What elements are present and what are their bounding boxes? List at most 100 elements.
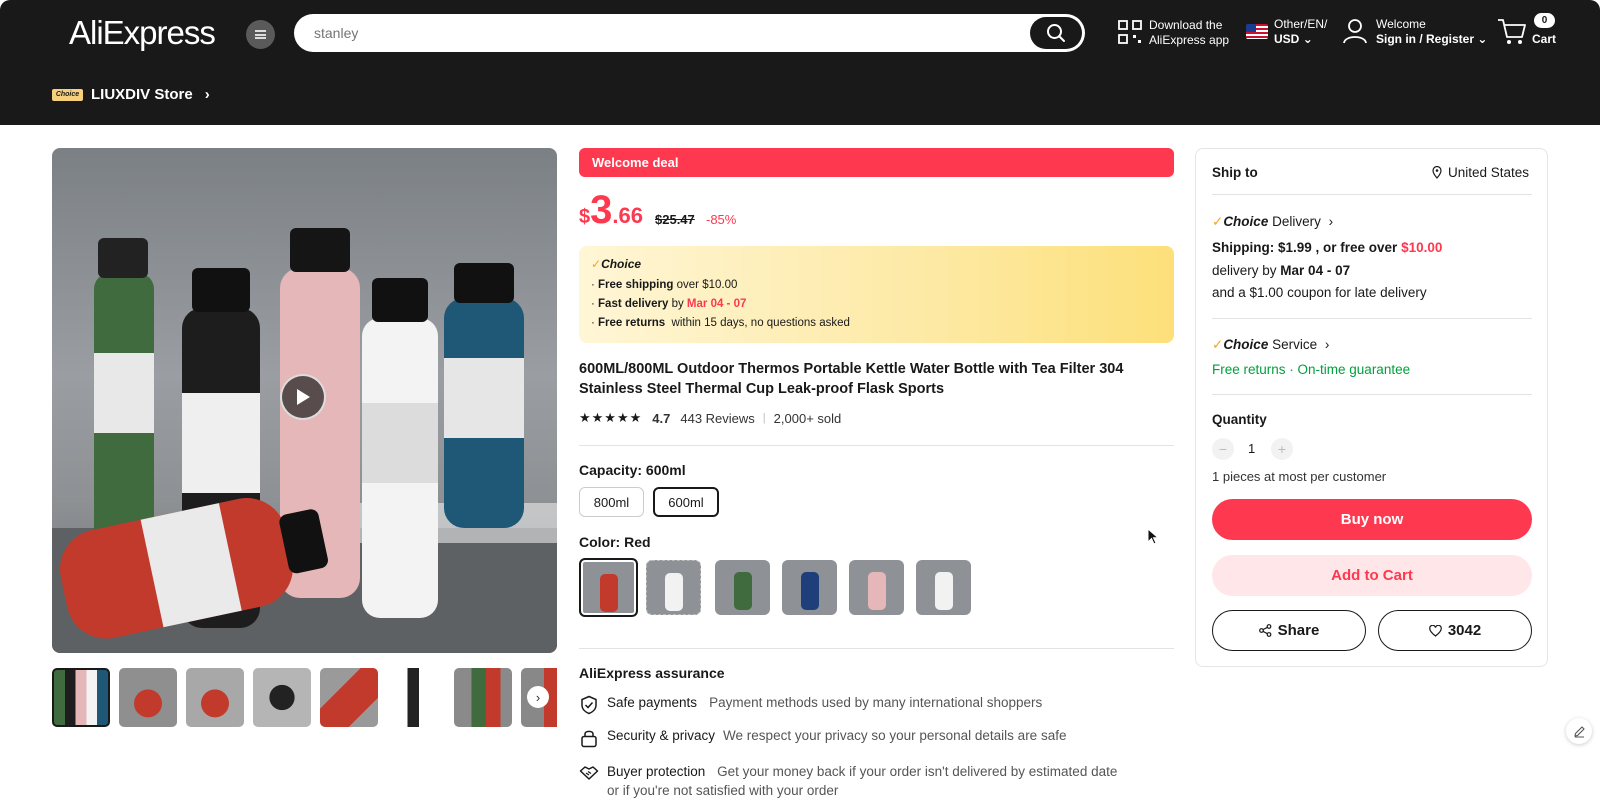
- account-menu[interactable]: Welcome Sign in / Register ⌄: [1376, 17, 1487, 47]
- page: AliExpress Download the AliExpress app O…: [0, 0, 1600, 801]
- quantity-label: Quantity: [1212, 412, 1267, 427]
- quantity-increase-button[interactable]: +: [1271, 438, 1293, 460]
- quantity-value[interactable]: 1: [1248, 441, 1255, 456]
- quantity-decrease-button[interactable]: −: [1212, 438, 1234, 460]
- divider: [579, 445, 1174, 446]
- choice-badge: Choice: [52, 88, 83, 101]
- capacity-label: Capacity: 600ml: [579, 462, 686, 478]
- ship-to-country: United States: [1448, 165, 1530, 180]
- product-main-image[interactable]: [52, 148, 557, 653]
- ship-to-selector[interactable]: United States: [1432, 165, 1529, 180]
- add-to-cart-button[interactable]: Add to Cart: [1212, 555, 1532, 596]
- discount-percent: -85%: [706, 212, 737, 227]
- aliexpress-logo[interactable]: AliExpress: [69, 14, 216, 52]
- assurance-name: Security & privacy: [607, 728, 716, 743]
- assurance-desc: We respect your privacy so your personal…: [723, 728, 1067, 743]
- divider: [1212, 194, 1532, 195]
- rating-value: 4.7: [652, 410, 671, 426]
- capacity-option-600ml[interactable]: 600ml: [653, 487, 719, 517]
- delivery-date: delivery by Mar 04 - 07: [1212, 263, 1351, 278]
- thumbnail[interactable]: [387, 668, 445, 727]
- download-line-2: AliExpress app: [1149, 33, 1230, 47]
- assurance-desc-2: or if you're not satisfied with your ord…: [607, 783, 839, 798]
- handshake-icon: [579, 766, 599, 780]
- reviews-link[interactable]: 443 Reviews: [680, 411, 754, 426]
- wishlist-button[interactable]: 3042: [1378, 610, 1532, 651]
- chevron-right-icon: ›: [1324, 337, 1330, 352]
- color-swatch-red[interactable]: [579, 558, 638, 617]
- share-label: Share: [1277, 622, 1320, 639]
- assurance-safe-payments: Safe payments Payment methods used by ma…: [579, 695, 1042, 715]
- search-icon: [1047, 24, 1065, 42]
- chevron-right-icon: ›: [204, 86, 210, 103]
- buy-now-button[interactable]: Buy now: [1212, 499, 1532, 540]
- original-price: $25.47: [655, 212, 695, 227]
- store-link[interactable]: Choice LIUXDIV Store ›: [52, 86, 210, 103]
- assurance-buyer-protection: Buyer protection Get your money back if …: [579, 762, 1117, 800]
- thumbnail-next-button[interactable]: ›: [527, 686, 549, 708]
- welcome-text: Welcome: [1376, 17, 1426, 31]
- benefit-fast-delivery: · Fast delivery by Mar 04 - 07: [591, 298, 747, 310]
- search-bar: [294, 14, 1085, 52]
- thumbnail[interactable]: [186, 668, 244, 727]
- menu-button[interactable]: [246, 20, 275, 49]
- color-swatch-pink[interactable]: [849, 560, 904, 615]
- cart-icon[interactable]: [1497, 18, 1527, 46]
- choice-delivery-link[interactable]: ✓Choice Delivery ›: [1212, 214, 1333, 230]
- color-swatch-green[interactable]: [715, 560, 770, 615]
- hamburger-icon: [255, 30, 266, 39]
- separator: |: [762, 412, 766, 424]
- cart-label[interactable]: Cart: [1532, 32, 1556, 47]
- chevron-right-icon: ›: [1328, 214, 1334, 229]
- search-input[interactable]: [314, 22, 1014, 44]
- feedback-edit-button[interactable]: [1566, 718, 1592, 744]
- play-video-button[interactable]: [280, 374, 326, 420]
- capacity-option-800ml[interactable]: 800ml: [579, 487, 644, 517]
- us-flag-icon: [1246, 24, 1268, 39]
- download-line-1: Download the: [1149, 18, 1223, 32]
- quantity-limit-note: 1 pieces at most per customer: [1212, 469, 1387, 484]
- price-currency: $: [579, 206, 591, 228]
- assurance-desc: Payment methods used by many internation…: [709, 695, 1043, 710]
- choice-service-link[interactable]: ✓Choice Service ›: [1212, 337, 1329, 353]
- service-guarantees: Free returns · On-time guarantee: [1212, 362, 1411, 377]
- thumbnail[interactable]: [454, 668, 512, 727]
- thumbnail[interactable]: [253, 668, 311, 727]
- thumbnail[interactable]: [52, 668, 110, 727]
- chevron-down-icon: ⌄: [1302, 32, 1313, 46]
- store-name: LIUXDIV Store: [91, 86, 193, 103]
- chevron-down-icon: ⌄: [1477, 32, 1488, 46]
- rating-stars: ★★★★★: [579, 410, 643, 425]
- assurance-name: Buyer protection: [607, 764, 706, 779]
- wishlist-count: 3042: [1447, 622, 1482, 639]
- location-pin-icon: [1432, 166, 1442, 179]
- plus-icon: +: [1277, 441, 1287, 457]
- price-decimal: .66: [612, 203, 643, 228]
- thumbnail[interactable]: [320, 668, 378, 727]
- assurance-desc: Get your money back if your order isn't …: [717, 764, 1118, 779]
- shipping-cost: Shipping: $1.99 , or free over $10.00: [1212, 240, 1443, 255]
- color-label: Color: Red: [579, 534, 651, 550]
- benefit-free-shipping: · Free shipping over $10.00: [591, 279, 738, 291]
- shield-check-icon: [581, 695, 597, 715]
- top-header: AliExpress Download the AliExpress app O…: [0, 0, 1600, 125]
- share-button[interactable]: Share: [1212, 610, 1366, 651]
- check-icon: ✓: [591, 257, 602, 271]
- choice-title: ✓Choice: [591, 257, 642, 271]
- search-button[interactable]: [1030, 17, 1082, 49]
- check-icon: ✓: [1212, 214, 1224, 229]
- thumbnail[interactable]: [119, 668, 177, 727]
- assurance-security-privacy: Security & privacy We respect your priva…: [579, 728, 1066, 748]
- color-swatch-white-2[interactable]: [916, 560, 971, 615]
- locale-selector[interactable]: Other/EN/ USD ⌄: [1274, 17, 1327, 47]
- sign-in-register-link: Sign in / Register: [1376, 32, 1475, 46]
- download-app-link[interactable]: Download the AliExpress app: [1149, 18, 1229, 48]
- minus-icon: −: [1218, 441, 1228, 457]
- choice-benefits-box: ✓Choice · Free shipping over $10.00 · Fa…: [579, 246, 1174, 343]
- assurance-title: AliExpress assurance: [579, 665, 725, 681]
- color-swatch-blue[interactable]: [782, 560, 837, 615]
- color-swatch-white[interactable]: [646, 560, 701, 615]
- locale-line-1: Other/EN/: [1274, 17, 1328, 31]
- share-icon: [1258, 624, 1272, 637]
- check-icon: ✓: [1212, 337, 1224, 352]
